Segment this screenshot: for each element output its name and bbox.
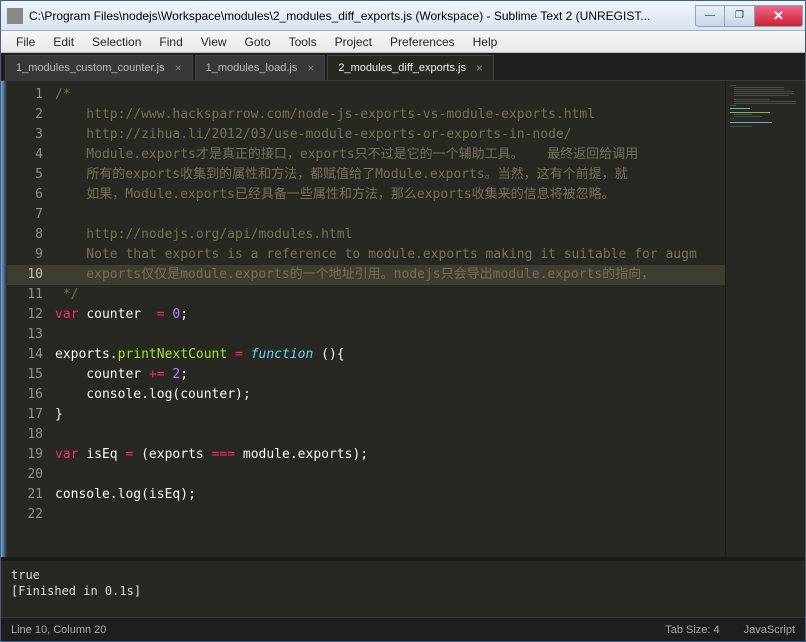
tab-close-icon[interactable]: × [476, 61, 483, 75]
menubar: File Edit Selection Find View Goto Tools… [1, 31, 805, 53]
tab-label: 2_modules_diff_exports.js [338, 62, 466, 74]
code-area[interactable]: /* http://www.hacksparrow.com/node-js-ex… [55, 81, 725, 557]
menu-preferences[interactable]: Preferences [381, 33, 464, 51]
menu-edit[interactable]: Edit [44, 33, 83, 51]
menu-goto[interactable]: Goto [236, 33, 280, 51]
menu-project[interactable]: Project [326, 33, 381, 51]
close-button[interactable]: ✕ [755, 5, 803, 27]
tab-close-icon[interactable]: × [175, 61, 182, 75]
maximize-button[interactable]: ❐ [725, 5, 755, 27]
menu-help[interactable]: Help [464, 33, 507, 51]
gutter[interactable]: 12345678910111213141516171819202122 [7, 81, 55, 557]
menu-file[interactable]: File [7, 33, 44, 51]
titlebar[interactable]: C:\Program Files\nodejs\Workspace\module… [1, 1, 805, 31]
status-cursor[interactable]: Line 10, Column 20 [11, 624, 106, 636]
tab-label: 1_modules_custom_counter.js [16, 62, 165, 74]
tab-1[interactable]: 1_modules_load.js × [195, 55, 326, 80]
menu-find[interactable]: Find [150, 33, 191, 51]
console-line: true [11, 567, 795, 583]
tabbar: 1_modules_custom_counter.js × 1_modules_l… [1, 53, 805, 81]
menu-view[interactable]: View [192, 33, 236, 51]
status-language[interactable]: JavaScript [744, 624, 795, 636]
app-icon [7, 8, 23, 24]
menu-tools[interactable]: Tools [280, 33, 326, 51]
status-tabsize[interactable]: Tab Size: 4 [665, 624, 719, 636]
minimize-button[interactable]: — [695, 5, 725, 27]
tab-label: 1_modules_load.js [206, 62, 298, 74]
editor[interactable]: 12345678910111213141516171819202122 /* h… [1, 81, 805, 557]
tab-2[interactable]: 2_modules_diff_exports.js × [327, 55, 494, 80]
menu-selection[interactable]: Selection [83, 33, 150, 51]
tab-0[interactable]: 1_modules_custom_counter.js × [5, 55, 193, 80]
tab-close-icon[interactable]: × [307, 61, 314, 75]
statusbar: Line 10, Column 20 Tab Size: 4 JavaScrip… [1, 617, 805, 641]
build-output[interactable]: true [Finished in 0.1s] [1, 557, 805, 617]
console-line: [Finished in 0.1s] [11, 583, 795, 599]
minimap[interactable] [725, 81, 805, 557]
window-title: C:\Program Files\nodejs\Workspace\module… [29, 9, 695, 23]
